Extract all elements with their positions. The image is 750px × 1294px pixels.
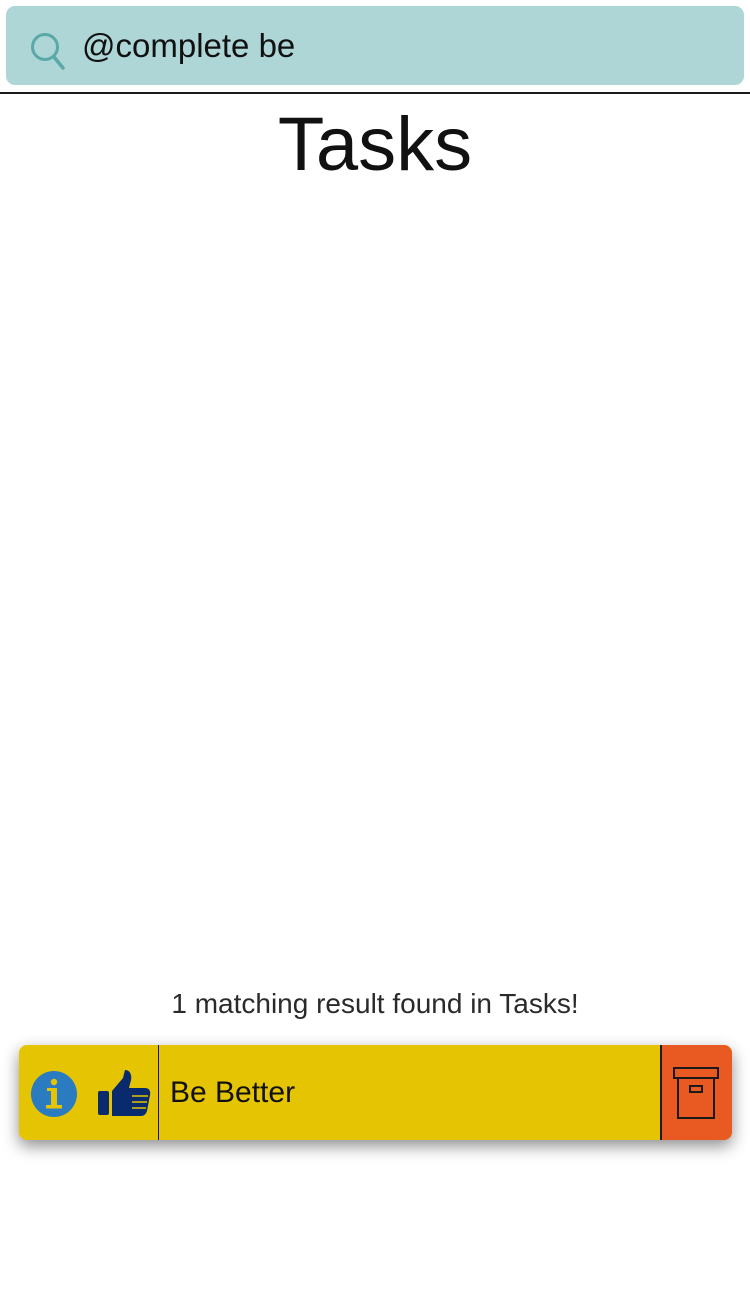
task-title[interactable]: Be Better	[170, 1045, 295, 1140]
search-bar[interactable]	[6, 6, 744, 85]
search-icon	[30, 32, 66, 72]
info-icon[interactable]	[30, 1070, 78, 1118]
task-row[interactable]: Be Better	[19, 1045, 732, 1140]
search-input[interactable]	[82, 20, 722, 72]
thumbs-up-icon[interactable]	[97, 1069, 151, 1117]
task-actions	[19, 1045, 158, 1140]
page-title: Tasks	[277, 102, 473, 187]
archive-button[interactable]	[662, 1045, 732, 1140]
result-count: 1 matching result found in Tasks!	[171, 988, 579, 1019]
task-divider-left	[158, 1045, 159, 1140]
page: Tasks 1 matching result found in Tasks!	[0, 0, 750, 1294]
header-divider	[0, 92, 750, 94]
